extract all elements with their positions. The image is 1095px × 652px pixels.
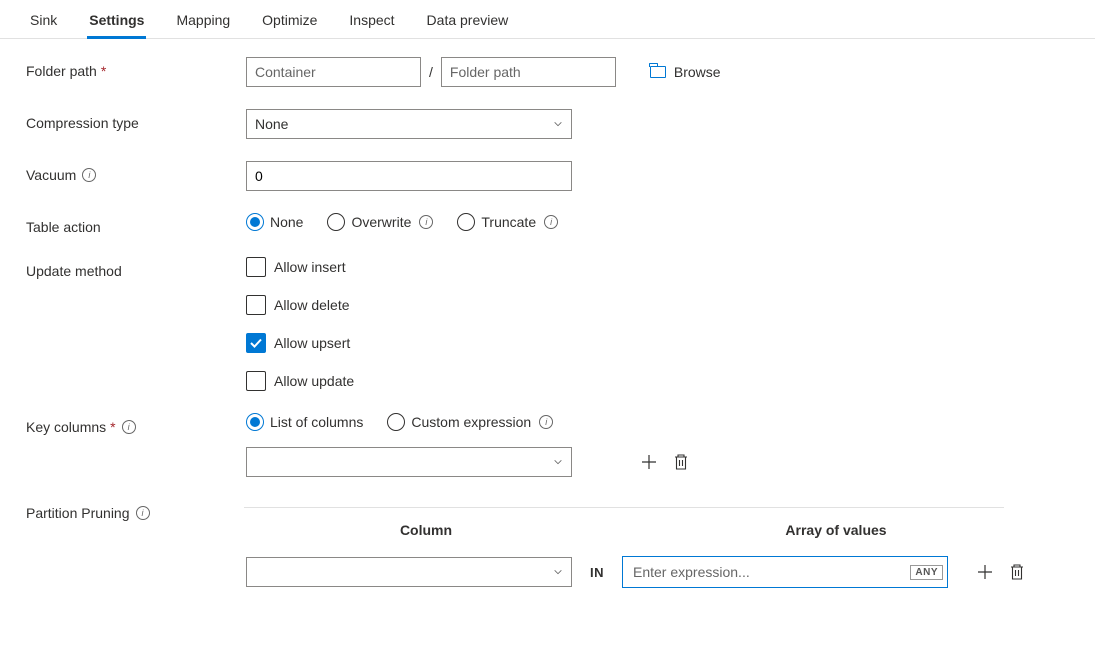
key-columns-custom-radio[interactable]: Custom expression (387, 413, 553, 431)
radio-icon (246, 413, 264, 431)
info-icon[interactable] (122, 420, 136, 434)
info-icon[interactable] (539, 415, 553, 429)
path-separator: / (429, 64, 433, 80)
radio-icon (327, 213, 345, 231)
radio-icon (246, 213, 264, 231)
compression-label: Compression type (26, 109, 246, 131)
tab-settings[interactable]: Settings (87, 4, 146, 38)
tab-bar: Sink Settings Mapping Optimize Inspect D… (0, 0, 1095, 39)
update-method-label: Update method (26, 257, 246, 279)
vacuum-input[interactable] (246, 161, 572, 191)
folder-icon (650, 66, 666, 78)
in-operator-label: IN (590, 565, 604, 580)
table-action-label: Table action (26, 213, 246, 235)
tab-mapping[interactable]: Mapping (174, 4, 232, 38)
radio-icon (457, 213, 475, 231)
allow-insert-checkbox[interactable]: Allow insert (246, 257, 1069, 277)
table-action-none-radio[interactable]: None (246, 213, 303, 231)
compression-value: None (255, 116, 288, 132)
compression-select[interactable]: None (246, 109, 572, 139)
add-pruning-row-button[interactable] (976, 563, 994, 581)
tab-optimize[interactable]: Optimize (260, 4, 319, 38)
chevron-down-icon (553, 567, 563, 577)
expression-placeholder: Enter expression... (633, 564, 750, 580)
radio-icon (387, 413, 405, 431)
container-input[interactable] (246, 57, 421, 87)
pruning-column-select[interactable] (246, 557, 572, 587)
folder-path-input[interactable] (441, 57, 616, 87)
array-values-header: Array of values (666, 522, 1006, 538)
info-icon[interactable] (544, 215, 558, 229)
tab-data-preview[interactable]: Data preview (425, 4, 511, 38)
chevron-down-icon (553, 457, 563, 467)
delete-key-column-button[interactable] (672, 453, 690, 471)
browse-label: Browse (674, 64, 721, 80)
tab-inspect[interactable]: Inspect (347, 4, 396, 38)
delete-pruning-row-button[interactable] (1008, 563, 1026, 581)
chevron-down-icon (553, 119, 563, 129)
table-action-truncate-radio[interactable]: Truncate (457, 213, 558, 231)
allow-update-checkbox[interactable]: Allow update (246, 371, 1069, 391)
any-badge: ANY (910, 565, 943, 580)
allow-delete-checkbox[interactable]: Allow delete (246, 295, 1069, 315)
key-columns-label: Key columns * (26, 413, 246, 435)
info-icon[interactable] (82, 168, 96, 182)
info-icon[interactable] (136, 506, 150, 520)
tab-sink[interactable]: Sink (28, 4, 59, 38)
table-action-overwrite-radio[interactable]: Overwrite (327, 213, 433, 231)
column-header: Column (246, 522, 606, 538)
partition-pruning-label: Partition Pruning (26, 499, 246, 521)
vacuum-label: Vacuum (26, 161, 246, 183)
key-column-select[interactable] (246, 447, 572, 477)
browse-button[interactable]: Browse (650, 64, 721, 80)
info-icon[interactable] (419, 215, 433, 229)
expression-input[interactable]: Enter expression... ANY (622, 556, 948, 588)
allow-upsert-checkbox[interactable]: Allow upsert (246, 333, 1069, 353)
key-columns-list-radio[interactable]: List of columns (246, 413, 363, 431)
folder-path-label: Folder path * (26, 57, 246, 79)
add-key-column-button[interactable] (640, 453, 658, 471)
